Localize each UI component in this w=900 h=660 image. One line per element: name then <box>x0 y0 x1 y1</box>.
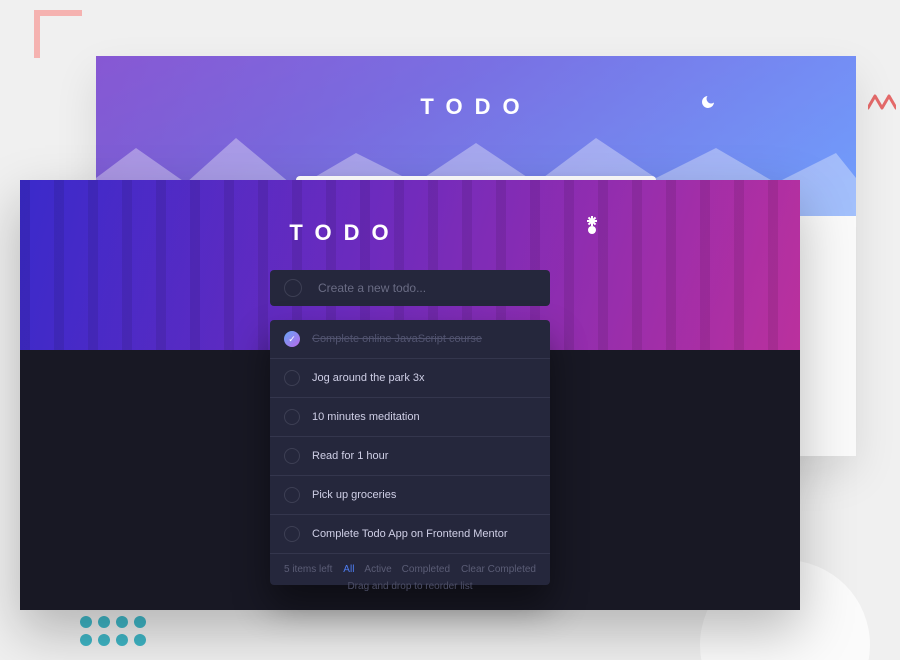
todo-text: Complete Todo App on Frontend Mentor <box>312 528 507 540</box>
app-title-light: TODO <box>420 94 531 120</box>
new-todo-field-dark[interactable] <box>318 281 536 295</box>
checkbox-empty-icon <box>284 279 302 297</box>
filter-all[interactable]: All <box>343 564 354 575</box>
filter-active[interactable]: Active <box>364 564 391 575</box>
decorative-corner <box>34 10 82 58</box>
clear-completed-button[interactable]: Clear Completed <box>461 564 536 575</box>
filter-group: All Active Completed <box>343 564 450 575</box>
todo-item[interactable]: Jog around the park 3x <box>270 359 550 398</box>
app-title-dark: TODO <box>289 220 400 246</box>
todo-text: Complete online JavaScript course <box>312 333 482 345</box>
todo-text: Jog around the park 3x <box>312 372 425 384</box>
todo-item[interactable]: 10 minutes meditation <box>270 398 550 437</box>
filter-completed[interactable]: Completed <box>402 564 450 575</box>
drag-hint-label: Drag and drop to reorder list <box>20 581 800 592</box>
todo-text: Read for 1 hour <box>312 450 388 462</box>
todo-text: 10 minutes meditation <box>312 411 420 423</box>
checkbox-empty-icon[interactable] <box>284 526 300 542</box>
new-todo-input-dark[interactable] <box>270 270 550 306</box>
checkbox-checked-icon[interactable]: ✓ <box>284 331 300 347</box>
todo-item[interactable]: ✓ Complete online JavaScript course <box>270 320 550 359</box>
sun-icon[interactable] <box>584 222 600 243</box>
todo-item[interactable]: Complete Todo App on Frontend Mentor <box>270 515 550 554</box>
checkbox-empty-icon[interactable] <box>284 370 300 386</box>
todo-text: Pick up groceries <box>312 489 396 501</box>
checkbox-empty-icon[interactable] <box>284 409 300 425</box>
todo-item[interactable]: Read for 1 hour <box>270 437 550 476</box>
dark-theme-card: TODO ✓ Complete <box>20 180 800 610</box>
todo-item[interactable]: Pick up groceries <box>270 476 550 515</box>
checkbox-empty-icon[interactable] <box>284 487 300 503</box>
todo-list: ✓ Complete online JavaScript course Jog … <box>270 320 550 585</box>
decorative-zigzag <box>868 92 896 112</box>
checkbox-empty-icon[interactable] <box>284 448 300 464</box>
moon-icon[interactable] <box>700 94 716 115</box>
items-left-label: 5 items left <box>284 564 332 575</box>
